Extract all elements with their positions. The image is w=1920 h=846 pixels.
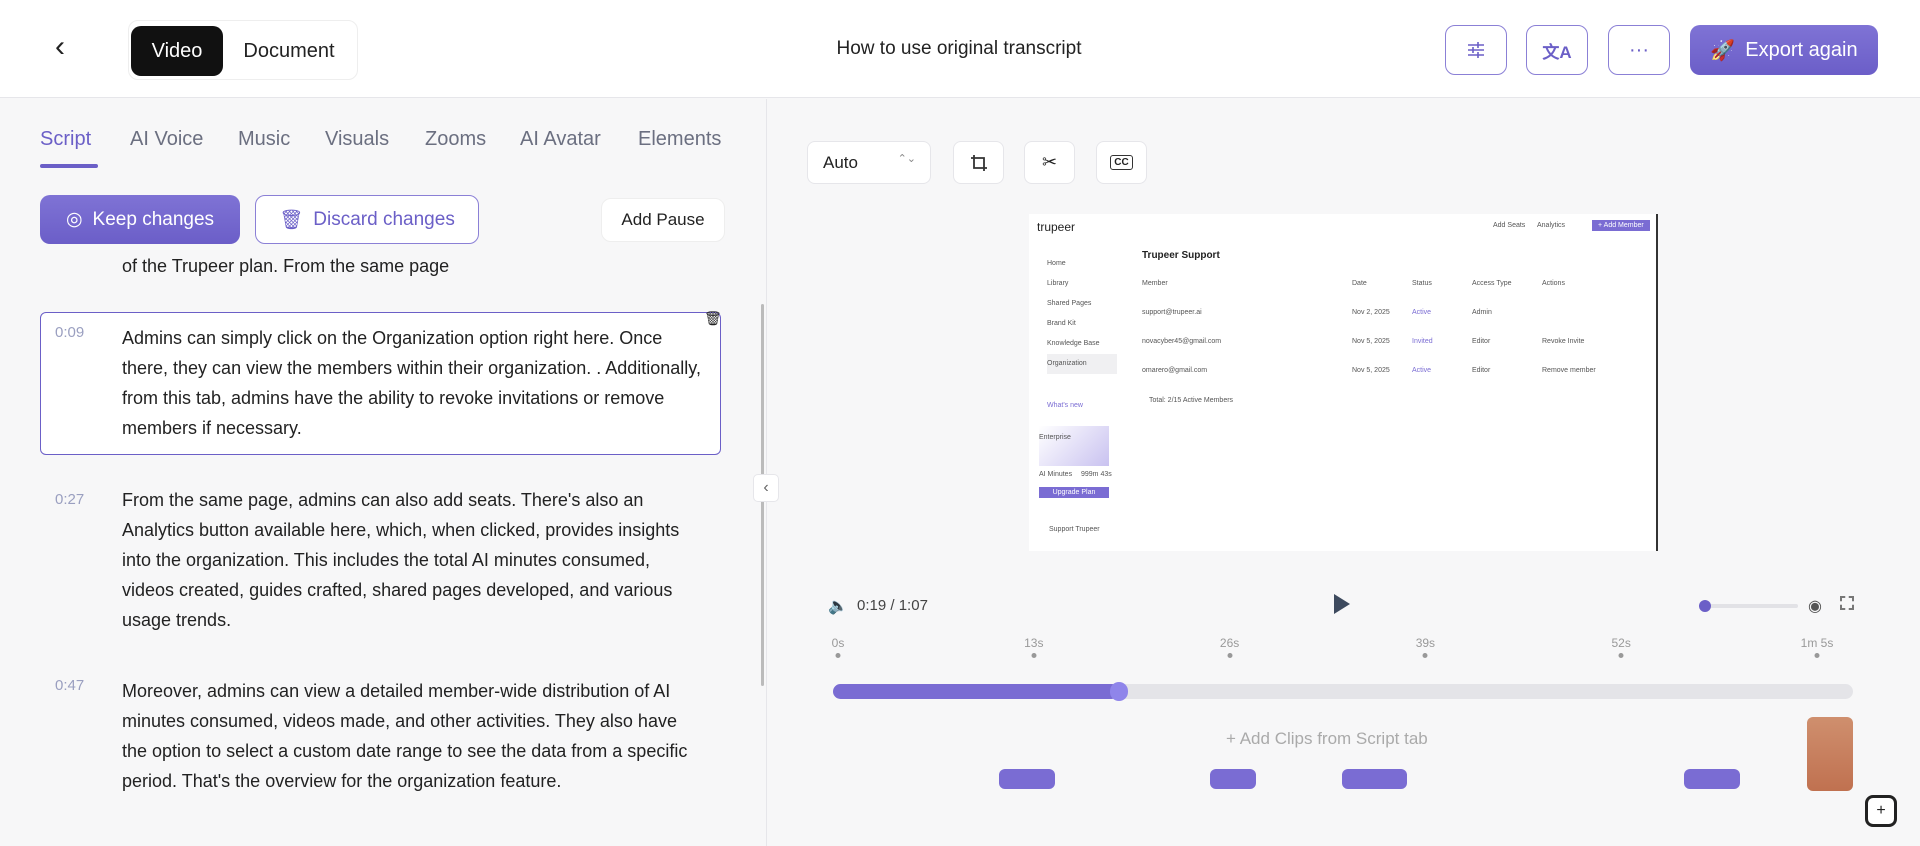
- plus-icon: +: [1226, 729, 1240, 748]
- scissors-icon[interactable]: ✂: [1024, 141, 1075, 184]
- timeline-tick-label: 52s: [1611, 636, 1631, 650]
- timeline-tick-dot: [1031, 653, 1037, 658]
- rocket-icon: 🚀: [1710, 39, 1736, 62]
- crop-icon[interactable]: [953, 141, 1004, 184]
- timeline-tick-label: 26s: [1219, 636, 1240, 650]
- timeline-tick-dot: [1814, 653, 1820, 658]
- tab-indicator: [40, 164, 98, 168]
- tab-zooms[interactable]: Zooms: [425, 128, 486, 151]
- preview-minutes-value: 999m 43s: [1081, 471, 1112, 478]
- playhead[interactable]: [1109, 682, 1128, 701]
- preview-table: Member Date Status Access Type Actions suppo…: [1142, 280, 1596, 374]
- timeline-clip[interactable]: [999, 769, 1055, 789]
- preview-analytics: Analytics: [1537, 222, 1566, 229]
- aspect-value: Auto: [823, 153, 858, 172]
- timeline-tick-dot: [1227, 653, 1233, 658]
- timeline-tick-label: 39s: [1415, 636, 1436, 650]
- timeline-tick-dot: [1618, 653, 1624, 658]
- timeline-tick-label: 1m 5s: [1800, 636, 1834, 650]
- tab-music[interactable]: Music: [238, 128, 290, 151]
- fullscreen-icon[interactable]: [1840, 596, 1854, 610]
- toggle-document[interactable]: Document: [229, 26, 349, 76]
- translate-icon[interactable]: 文A: [1526, 25, 1588, 75]
- preview-nav: Home Library Shared Pages Brand Kit Knowledg…: [1047, 254, 1117, 374]
- eye-icon[interactable]: ◉: [1808, 596, 1822, 616]
- more-icon[interactable]: ···: [1608, 25, 1670, 75]
- timeline-clip[interactable]: [1684, 769, 1740, 789]
- timeline-progress: [833, 684, 1119, 699]
- preview-user: Support Trupeer: [1049, 526, 1100, 533]
- keep-label: Keep changes: [92, 208, 215, 230]
- delete-segment-icon[interactable]: 🗑: [704, 310, 722, 327]
- tab-script[interactable]: Script: [40, 128, 91, 151]
- preview-whats-new: What's new: [1047, 402, 1083, 409]
- tab-ai-avatar[interactable]: AI Avatar: [520, 128, 601, 151]
- segment-time: 0:47: [55, 677, 85, 694]
- preview-logo: trupeer: [1037, 220, 1076, 234]
- preview-minutes-label: AI Minutes: [1039, 471, 1073, 478]
- keep-changes-button[interactable]: ◎ Keep changes: [40, 195, 240, 244]
- end-clip-handle[interactable]: [1807, 717, 1853, 791]
- zoom-slider[interactable]: [1705, 604, 1798, 608]
- toggle-video[interactable]: Video: [131, 26, 223, 76]
- zoom-slider-handle[interactable]: [1699, 600, 1711, 612]
- time-display: 0:19 / 1:07: [857, 597, 928, 614]
- video-preview[interactable]: trupeer Add Seats Analytics + Add Member…: [1029, 214, 1658, 551]
- cc-label: CC: [1110, 155, 1133, 170]
- discard-changes-button[interactable]: 🗑 Discard changes: [255, 195, 479, 244]
- settings-sliders-icon[interactable]: [1445, 25, 1507, 75]
- timeline-tick-dot: [835, 653, 841, 658]
- view-toggle: Video Document: [128, 20, 358, 80]
- tab-visuals[interactable]: Visuals: [325, 128, 389, 151]
- tab-elements[interactable]: Elements: [638, 128, 721, 151]
- preview-plan-card: Enterprise: [1039, 426, 1109, 466]
- play-icon[interactable]: [1334, 594, 1350, 614]
- segment-text[interactable]: Admins can simply click on the Organizat…: [122, 323, 702, 443]
- add-pause-button[interactable]: Add Pause: [601, 198, 725, 242]
- export-again-button[interactable]: 🚀 Export again: [1690, 25, 1878, 75]
- segment-time: 0:09: [55, 324, 85, 341]
- timeline-tick-label: 0s: [831, 636, 845, 650]
- aspect-select[interactable]: Auto ⌃⌄: [807, 141, 931, 184]
- segment-text[interactable]: From the same page, admins can also add …: [122, 485, 702, 635]
- preview-add-member: + Add Member: [1592, 220, 1650, 231]
- preview-total: Total: 2/15 Active Members: [1149, 397, 1234, 404]
- discard-label: Discard changes: [313, 208, 455, 230]
- timeline-tick-dot: [1422, 653, 1428, 658]
- export-label: Export again: [1745, 38, 1858, 61]
- preview-add-seats: Add Seats: [1493, 222, 1526, 229]
- script-partial-text[interactable]: of the Trupeer plan. From the same page: [122, 251, 702, 281]
- preview-heading: Trupeer Support: [1142, 250, 1220, 261]
- segment-text[interactable]: Moreover, admins can view a detailed mem…: [122, 676, 702, 796]
- captions-icon[interactable]: CC: [1096, 141, 1147, 184]
- add-clips-button[interactable]: + Add Clips from Script tab: [1226, 729, 1428, 749]
- collapse-panel-button[interactable]: ‹: [753, 474, 779, 502]
- add-clips-label: Add Clips from Script tab: [1239, 729, 1428, 748]
- preview-upgrade: Upgrade Plan: [1039, 487, 1109, 498]
- top-bar: ‹ Video Document How to use original tra…: [0, 0, 1920, 98]
- timeline-clip[interactable]: [1342, 769, 1407, 789]
- chevron-updown-icon: ⌃⌄: [897, 153, 916, 165]
- tab-ai-voice[interactable]: AI Voice: [130, 128, 203, 151]
- timeline-tick-label: 13s: [1024, 636, 1044, 650]
- volume-icon[interactable]: 🔈: [828, 596, 848, 616]
- check-circle-icon: ◎: [65, 209, 83, 230]
- timeline-clip[interactable]: [1210, 769, 1256, 789]
- trash-icon: 🗑: [279, 209, 304, 231]
- back-icon[interactable]: ‹: [55, 30, 65, 64]
- page-title: How to use original transcript: [836, 38, 1082, 59]
- segment-time: 0:27: [55, 491, 85, 508]
- add-icon[interactable]: +: [1865, 795, 1897, 827]
